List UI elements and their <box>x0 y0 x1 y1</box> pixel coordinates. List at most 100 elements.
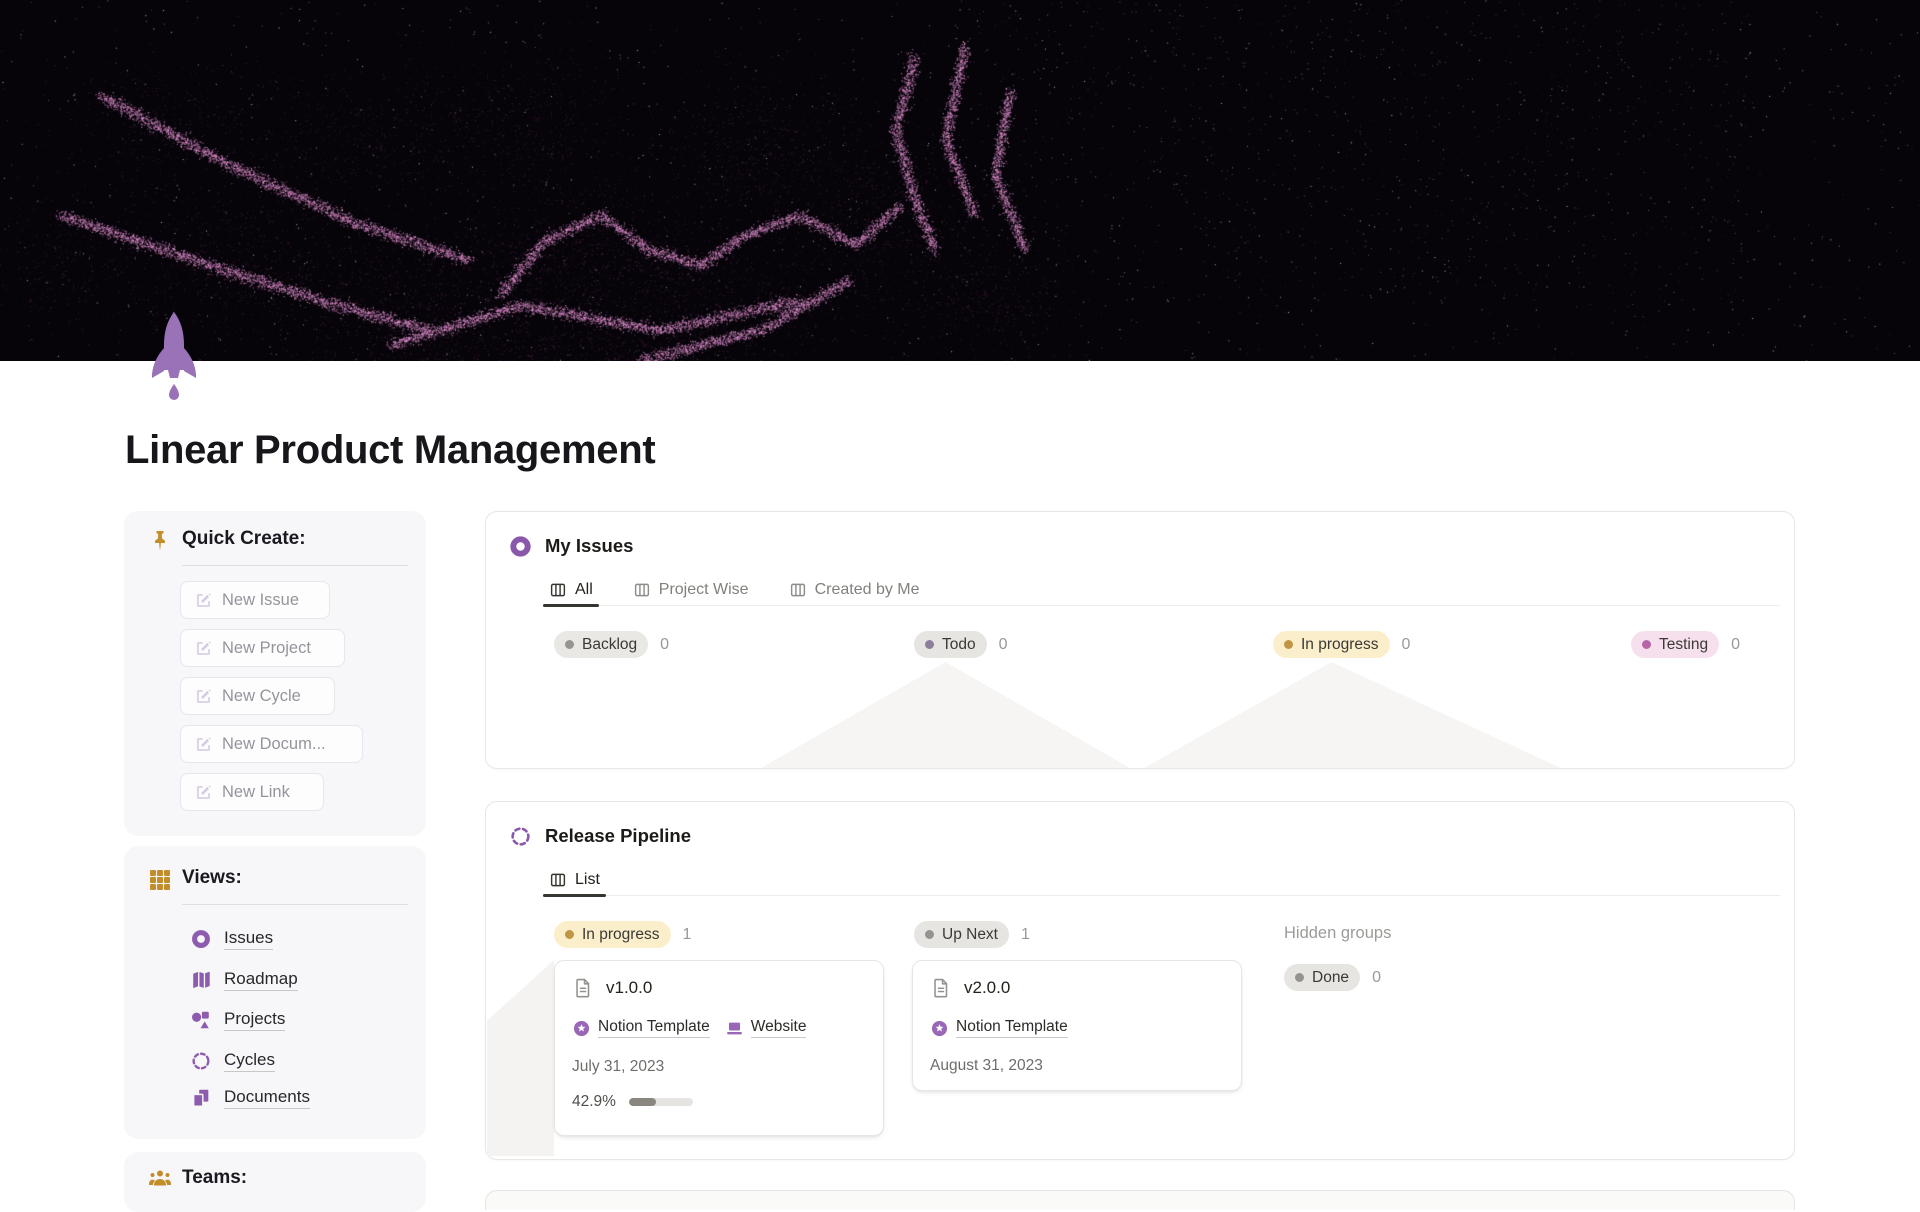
progress-bar-track <box>628 1098 693 1106</box>
link-website[interactable]: Website <box>725 1018 807 1038</box>
projects-icon <box>190 1009 212 1031</box>
tab-list[interactable]: List <box>543 864 606 897</box>
board-column-backlog: Backlog 0 <box>554 631 669 658</box>
board-wedge-decoration <box>487 960 554 1156</box>
status-pill-in-progress[interactable]: In progress <box>1273 631 1390 658</box>
section-heading-teams: Teams: <box>182 1167 248 1188</box>
new-link-button[interactable]: New Link <box>180 773 324 811</box>
column-count: 1 <box>682 925 692 943</box>
column-count: 0 <box>1372 968 1381 986</box>
edit-icon <box>194 639 213 658</box>
page-icon <box>572 977 594 999</box>
hidden-groups-toggle[interactable]: Hidden groups <box>1284 924 1391 943</box>
notion-template-icon <box>930 1019 949 1038</box>
notion-template-icon <box>572 1019 591 1038</box>
card-title: Release Pipeline <box>545 825 692 846</box>
status-pill-backlog[interactable]: Backlog <box>554 631 649 658</box>
edit-icon <box>194 783 213 802</box>
status-dot <box>925 930 934 939</box>
website-icon <box>725 1019 744 1038</box>
link-notion-template[interactable]: Notion Template <box>930 1018 1068 1038</box>
status-dot <box>1642 640 1651 649</box>
tab-all[interactable]: All <box>543 574 599 607</box>
release-item-card-v2[interactable]: v2.0.0 Notion Template August 31, 2023 <box>912 960 1242 1091</box>
documents-icon <box>190 1087 212 1109</box>
page-title[interactable]: Linear Product Management <box>125 428 656 473</box>
column-count: 0 <box>1401 635 1411 653</box>
status-pill-testing[interactable]: Testing <box>1631 631 1720 658</box>
item-title-row: v2.0.0 <box>930 977 1227 999</box>
item-date: August 31, 2023 <box>930 1057 1043 1074</box>
status-dot <box>1295 973 1304 982</box>
new-issue-button[interactable]: New Issue <box>180 581 330 619</box>
link-label: Notion Template <box>598 1018 710 1038</box>
pill-label: Backlog <box>582 635 638 653</box>
pill-label: Todo <box>942 635 976 653</box>
sidebar-item-cycles[interactable]: Cycles <box>190 1048 276 1074</box>
status-pill-in-progress[interactable]: In progress <box>554 921 671 948</box>
cycles-icon <box>190 1050 212 1072</box>
status-dot <box>925 640 934 649</box>
sidebar-item-projects[interactable]: Projects <box>190 1007 286 1033</box>
edit-icon <box>194 687 213 706</box>
new-document-button[interactable]: New Docum... <box>180 725 363 763</box>
tab-label: List <box>575 870 600 888</box>
sidebar-item-roadmap[interactable]: Roadmap <box>190 967 298 993</box>
rocket-icon[interactable] <box>146 312 202 404</box>
item-links-row: Notion Template Website <box>572 1018 869 1038</box>
teams-section: Teams: <box>124 1152 426 1212</box>
release-item-card-v1[interactable]: v1.0.0 Notion Template Website July 31, … <box>554 960 884 1136</box>
button-label: New Project <box>222 638 311 657</box>
quick-create-section: Quick Create: New Issue New Project New <box>124 511 426 836</box>
status-pill-done[interactable]: Done <box>1284 964 1361 991</box>
link-label: Documents <box>224 1087 310 1109</box>
item-title-row: v1.0.0 <box>572 977 869 999</box>
pill-label: Testing <box>1659 635 1709 653</box>
divider <box>182 904 408 905</box>
board-column-in-progress: In progress 0 <box>1273 631 1410 658</box>
progress-label: 42.9% <box>572 1093 616 1110</box>
column-count: 0 <box>660 635 670 653</box>
board-icon <box>549 581 567 599</box>
status-dot <box>1284 640 1293 649</box>
link-notion-template[interactable]: Notion Template <box>572 1018 710 1038</box>
divider <box>182 565 408 566</box>
new-project-button[interactable]: New Project <box>180 629 345 667</box>
roadmap-icon <box>190 969 212 991</box>
release-dashed-circle-icon <box>509 825 532 848</box>
tab-project-wise[interactable]: Project Wise <box>627 574 755 605</box>
board-wedge-decoration <box>761 662 1130 768</box>
edit-icon <box>194 735 213 754</box>
sidebar-item-documents[interactable]: Documents <box>190 1085 310 1111</box>
new-cycle-button[interactable]: New Cycle <box>180 677 335 715</box>
status-pill-todo[interactable]: Todo <box>914 631 987 658</box>
grid-icon <box>148 868 172 892</box>
board-icon <box>633 581 651 599</box>
tab-label: Project Wise <box>658 580 749 598</box>
list-group-in-progress: In progress 1 <box>554 921 691 948</box>
item-title: v1.0.0 <box>606 978 653 997</box>
views-section: Views: Issues Roadmap Projects Cycles Do… <box>124 846 426 1139</box>
section-heading-views: Views: <box>182 867 242 888</box>
board-column-testing: Testing 0 <box>1631 631 1740 658</box>
status-pill-up-next[interactable]: Up Next <box>914 921 1009 948</box>
pill-label: In progress <box>1301 635 1379 653</box>
card-title: My Issues <box>545 535 634 556</box>
button-label: New Link <box>222 782 290 801</box>
next-card-top-edge <box>485 1190 1795 1210</box>
item-title: v2.0.0 <box>964 978 1011 997</box>
button-label: New Issue <box>222 590 300 609</box>
sidebar-item-issues[interactable]: Issues <box>190 926 274 952</box>
section-heading-quick-create: Quick Create: <box>182 528 306 549</box>
progress-bar-fill <box>628 1098 657 1106</box>
release-pipeline-card: Release Pipeline List In progress 1 Up N… <box>485 801 1795 1160</box>
link-label: Website <box>750 1018 807 1038</box>
link-label: Roadmap <box>224 969 298 991</box>
tab-created-by-me[interactable]: Created by Me <box>783 574 926 605</box>
link-label: Notion Template <box>956 1018 1068 1038</box>
board-icon <box>789 581 807 599</box>
status-dot <box>565 640 574 649</box>
tab-label: All <box>575 580 593 598</box>
status-dot <box>565 930 574 939</box>
list-group-up-next: Up Next 1 <box>914 921 1030 948</box>
